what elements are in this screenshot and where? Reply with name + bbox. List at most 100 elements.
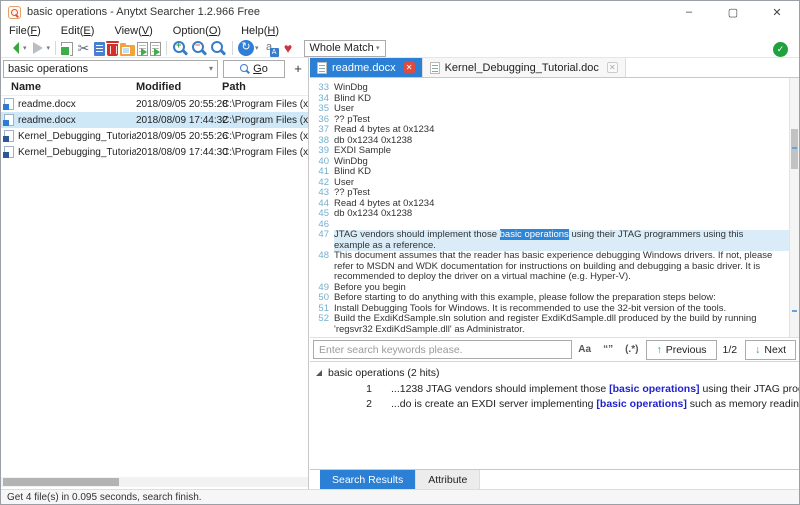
file-table-header: Name Modified Path <box>1 79 308 96</box>
toolbar-separator <box>166 41 167 55</box>
match-counter: 1/2 <box>717 344 744 356</box>
result-group-label: basic operations (2 hits) <box>328 367 439 379</box>
line-number: 39 <box>310 146 334 157</box>
regex-button[interactable]: (.*) <box>619 344 644 355</box>
match-phrase-button[interactable]: “” <box>597 344 619 355</box>
status-bar: Get 4 file(s) in 0.095 seconds, search f… <box>1 489 799 504</box>
document-line: 39 EXDI Sample <box>310 146 799 157</box>
export-icon[interactable] <box>60 39 74 57</box>
menu-item[interactable]: Option(O) <box>173 25 221 37</box>
search-icon[interactable] <box>209 39 228 57</box>
open-file-icon[interactable] <box>136 39 149 57</box>
translate-icon: a <box>261 40 278 56</box>
close-tab-icon[interactable]: ✕ <box>607 62 618 73</box>
document-line: 52 Build the ExdiKdSample.sln solution a… <box>310 314 799 335</box>
delete-icon <box>107 44 118 56</box>
find-keywords-input[interactable] <box>313 340 572 359</box>
editor-tab[interactable]: Kernel_Debugging_Tutorial.doc ✕ <box>423 58 626 77</box>
column-header-name[interactable]: Name <box>1 81 136 93</box>
tree-expander-icon[interactable] <box>316 370 322 376</box>
zoom-in-icon[interactable]: + <box>171 39 190 57</box>
copy-document-icon <box>94 42 105 56</box>
match-mode-value: Whole Match <box>310 42 374 54</box>
search-row: ▾ Go + <box>1 58 308 79</box>
column-header-path[interactable]: Path <box>222 81 308 93</box>
close-button[interactable]: ✕ <box>755 1 799 23</box>
match-mode-select[interactable]: Whole Match ▾ <box>304 40 386 57</box>
bottom-tab[interactable]: Attribute <box>416 470 480 489</box>
copy-document-icon[interactable] <box>93 39 106 57</box>
word-document-icon <box>4 146 14 158</box>
document-line: 41 Blind KD <box>310 167 799 178</box>
maximize-button[interactable]: ▢ <box>711 1 755 23</box>
anytxt-searcher-window: { "window": { "title": "basic operations… <box>0 0 800 505</box>
search-input[interactable] <box>8 63 209 75</box>
open-with-icon <box>150 42 161 56</box>
open-folder-icon[interactable] <box>119 39 136 57</box>
chevron-down-icon[interactable]: ▾ <box>255 44 259 52</box>
result-group-row[interactable]: basic operations (2 hits) <box>310 362 799 382</box>
refresh-icon[interactable]: ↻▾ <box>237 39 260 57</box>
column-header-modified[interactable]: Modified <box>136 81 222 93</box>
chevron-down-icon[interactable]: ▾ <box>209 64 213 73</box>
line-text: User <box>334 178 799 189</box>
menu-item[interactable]: File(F) <box>9 25 41 37</box>
translate-icon[interactable]: a <box>260 39 279 57</box>
line-text: Read 4 bytes at 0x1234 <box>334 125 799 136</box>
close-tab-icon[interactable]: ✕ <box>404 62 415 73</box>
cut-icon[interactable]: ✂ <box>74 39 93 57</box>
line-number: 33 <box>310 83 334 94</box>
line-number: 52 <box>310 314 334 335</box>
search-query-combo[interactable]: ▾ <box>3 60 218 78</box>
menu-item[interactable]: Help(H) <box>241 25 279 37</box>
search-hit-row[interactable]: 1 ...1238 JTAG vendors should implement … <box>310 382 799 397</box>
hit-match-text: [basic operations] <box>596 398 686 410</box>
open-with-icon[interactable] <box>149 39 162 57</box>
document-line: 43 ?? pTest <box>310 188 799 199</box>
table-row[interactable]: Kernel_Debugging_Tutorial... 2018/08/09 … <box>1 144 308 160</box>
back-icon[interactable]: ▾ <box>4 39 28 57</box>
search-hit-row[interactable]: 2 ...do is create an EXDI server impleme… <box>310 397 799 412</box>
document-icon <box>430 62 440 74</box>
horizontal-scrollbar[interactable] <box>1 477 308 487</box>
hit-text: ...1238 JTAG vendors should implement th… <box>391 382 799 397</box>
toolbar-separator <box>232 41 233 55</box>
next-match-button[interactable]: ↓ Next <box>745 340 796 360</box>
toolbar: ▾▾✂+−↻▾a♥ Whole Match ▾ <box>1 39 799 58</box>
match-case-button[interactable]: Aa <box>572 344 597 355</box>
search-match-highlight: basic operations <box>500 229 569 240</box>
hit-match-text: [basic operations] <box>609 383 699 395</box>
chevron-down-icon[interactable]: ▾ <box>23 44 27 52</box>
bottom-tab[interactable]: Search Results <box>320 470 416 489</box>
minimize-button[interactable]: – <box>667 1 711 23</box>
line-text: JTAG vendors should implement those basi… <box>334 230 799 251</box>
menu-item[interactable]: Edit(E) <box>61 25 95 37</box>
forward-icon <box>29 40 46 56</box>
open-file-icon <box>137 42 148 56</box>
scrollbar-thumb[interactable] <box>791 129 798 169</box>
arrow-down-icon: ↓ <box>755 344 760 356</box>
table-row[interactable]: readme.docx 2018/09/05 20:55:28 C:\Progr… <box>1 96 308 112</box>
table-row[interactable]: Kernel_Debugging_Tutorial... 2018/09/05 … <box>1 128 308 144</box>
donate-heart-icon[interactable]: ♥ <box>279 39 298 57</box>
scrollbar-thumb[interactable] <box>3 478 119 486</box>
delete-icon[interactable] <box>106 39 119 57</box>
table-row[interactable]: readme.docx 2018/08/09 17:44:32 C:\Progr… <box>1 112 308 128</box>
go-button[interactable]: Go <box>223 60 285 78</box>
arrow-up-icon: ↑ <box>656 344 661 356</box>
document-view[interactable]: 33 WinDbg 34 Blind KD 35 User 36 ?? pTes… <box>310 78 799 337</box>
zoom-out-icon: − <box>191 40 208 56</box>
zoom-out-icon[interactable]: − <box>190 39 209 57</box>
editor-tab[interactable]: readme.docx ✕ <box>310 58 423 77</box>
editor-panel: readme.docx ✕ Kernel_Debugging_Tutorial.… <box>310 58 799 489</box>
export-icon <box>61 42 73 56</box>
vertical-scrollbar[interactable] <box>789 78 799 337</box>
previous-match-button[interactable]: ↑ Previous <box>646 340 716 360</box>
line-number: 45 <box>310 209 334 220</box>
document-line: 48 This document assumes that the reader… <box>310 251 799 283</box>
file-search-panel: ▾ Go + Name Modified Path readme.docx 20… <box>1 58 309 489</box>
menu-item[interactable]: View(V) <box>114 25 152 37</box>
add-search-tab-button[interactable]: + <box>290 61 306 76</box>
forward-icon[interactable]: ▾ <box>28 39 52 57</box>
document-line: 45 db 0x1234 0x1238 <box>310 209 799 220</box>
